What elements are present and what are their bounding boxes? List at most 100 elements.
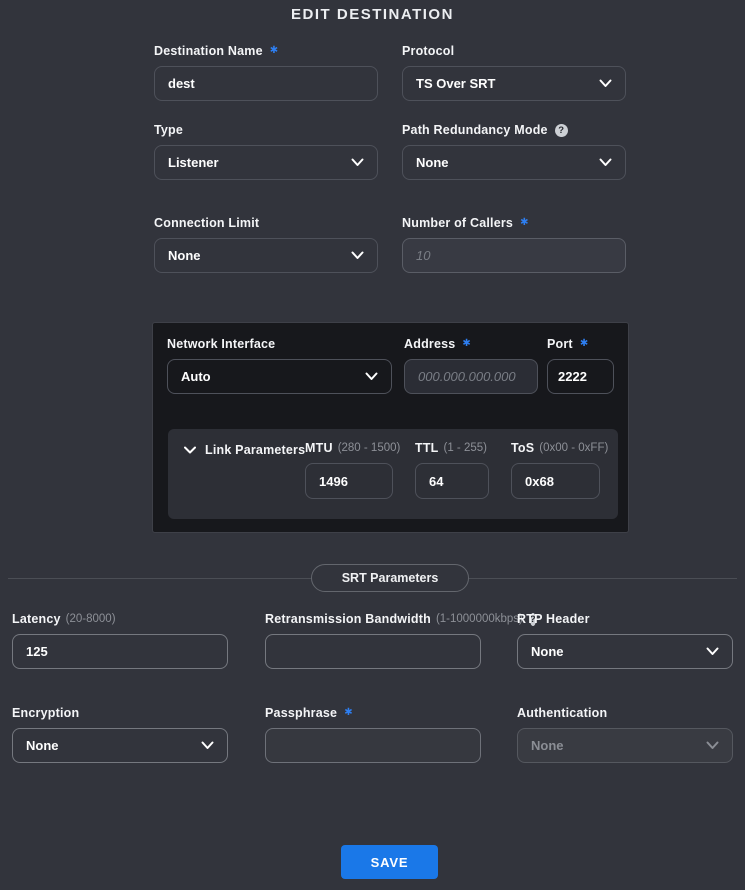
protocol-select[interactable]: TS Over SRT [402, 66, 626, 101]
path-redundancy-mode-field: Path Redundancy Mode ? None [402, 123, 626, 180]
tos-label: ToS [511, 441, 534, 455]
latency-field: Latency (20-8000) [12, 612, 228, 669]
retransmission-bandwidth-label-row: Retransmission Bandwidth (1-1000000kbps)… [265, 612, 481, 626]
passphrase-label: Passphrase [265, 706, 337, 720]
address-label-row: Address ✱ [404, 337, 538, 351]
retransmission-bandwidth-input[interactable] [265, 634, 481, 669]
rtp-header-select[interactable]: None [517, 634, 733, 669]
chevron-down-icon [184, 446, 196, 454]
latency-input[interactable] [12, 634, 228, 669]
network-interface-field: Network Interface Auto [167, 337, 392, 394]
chevron-down-icon [599, 158, 612, 167]
authentication-value: None [531, 738, 564, 753]
save-button[interactable]: SAVE [341, 845, 438, 879]
srt-parameters-badge: SRT Parameters [311, 564, 469, 592]
retransmission-bandwidth-label: Retransmission Bandwidth [265, 612, 431, 626]
authentication-label-row: Authentication [517, 706, 733, 720]
rtp-header-field: RTP Header None [517, 612, 733, 669]
ttl-field: TTL (1 - 255) [415, 441, 489, 499]
ttl-label: TTL [415, 441, 439, 455]
type-label-row: Type [154, 123, 378, 137]
help-icon[interactable]: ? [555, 124, 568, 137]
address-input[interactable] [404, 359, 538, 394]
address-label: Address [404, 337, 455, 351]
authentication-select: None [517, 728, 733, 763]
chevron-down-icon [706, 741, 719, 750]
required-asterisk: ✱ [344, 708, 352, 718]
port-label-row: Port ✱ [547, 337, 614, 351]
protocol-field: Protocol TS Over SRT [402, 44, 626, 101]
destination-name-label-row: Destination Name ✱ [154, 44, 378, 58]
encryption-field: Encryption None [12, 706, 228, 763]
type-field: Type Listener [154, 123, 378, 180]
connection-limit-label-row: Connection Limit [154, 216, 378, 230]
mtu-label: MTU [305, 441, 333, 455]
latency-hint: (20-8000) [66, 613, 116, 625]
path-redundancy-mode-label: Path Redundancy Mode [402, 123, 548, 137]
chevron-down-icon [365, 372, 378, 381]
passphrase-label-row: Passphrase ✱ [265, 706, 481, 720]
ttl-label-row: TTL (1 - 255) [415, 441, 489, 455]
page-title: EDIT DESTINATION [0, 6, 745, 23]
encryption-label-row: Encryption [12, 706, 228, 720]
protocol-label-row: Protocol [402, 44, 626, 58]
network-panel: Network Interface Auto Address ✱ Port ✱ … [152, 322, 629, 533]
link-parameters-toggle[interactable]: Link Parameters [184, 443, 305, 457]
port-input[interactable] [547, 359, 614, 394]
number-of-callers-label-row: Number of Callers ✱ [402, 216, 626, 230]
connection-limit-field: Connection Limit None [154, 216, 378, 273]
connection-limit-value: None [168, 248, 201, 263]
type-select[interactable]: Listener [154, 145, 378, 180]
latency-label-row: Latency (20-8000) [12, 612, 228, 626]
encryption-select[interactable]: None [12, 728, 228, 763]
tos-hint: (0x00 - 0xFF) [539, 442, 608, 454]
path-redundancy-mode-select[interactable]: None [402, 145, 626, 180]
path-redundancy-mode-value: None [416, 155, 449, 170]
destination-name-input[interactable] [154, 66, 378, 101]
network-interface-select[interactable]: Auto [167, 359, 392, 394]
mtu-input[interactable] [305, 463, 393, 499]
encryption-value: None [26, 738, 59, 753]
link-parameters-label: Link Parameters [205, 443, 305, 457]
type-value: Listener [168, 155, 219, 170]
required-asterisk: ✱ [462, 339, 470, 349]
rtp-header-value: None [531, 644, 564, 659]
port-label: Port [547, 337, 573, 351]
mtu-hint: (280 - 1500) [338, 442, 401, 454]
tos-field: ToS (0x00 - 0xFF) [511, 441, 600, 499]
destination-name-field: Destination Name ✱ [154, 44, 378, 101]
number-of-callers-input[interactable] [402, 238, 626, 273]
ttl-input[interactable] [415, 463, 489, 499]
connection-limit-select[interactable]: None [154, 238, 378, 273]
path-redundancy-mode-label-row: Path Redundancy Mode ? [402, 123, 626, 137]
destination-name-label: Destination Name [154, 44, 263, 58]
retransmission-bandwidth-hint: (1-1000000kbps) [436, 613, 523, 625]
passphrase-input[interactable] [265, 728, 481, 763]
protocol-value: TS Over SRT [416, 76, 495, 91]
authentication-field: Authentication None [517, 706, 733, 763]
required-asterisk: ✱ [520, 218, 528, 228]
authentication-label: Authentication [517, 706, 607, 720]
port-field: Port ✱ [547, 337, 614, 394]
tos-input[interactable] [511, 463, 600, 499]
required-asterisk: ✱ [270, 46, 278, 56]
number-of-callers-label: Number of Callers [402, 216, 513, 230]
network-interface-label-row: Network Interface [167, 337, 392, 351]
srt-parameters-label: SRT Parameters [342, 571, 439, 585]
chevron-down-icon [351, 251, 364, 260]
protocol-label: Protocol [402, 44, 454, 58]
network-interface-value: Auto [181, 369, 211, 384]
passphrase-field: Passphrase ✱ [265, 706, 481, 763]
mtu-label-row: MTU (280 - 1500) [305, 441, 393, 455]
connection-limit-label: Connection Limit [154, 216, 259, 230]
ttl-hint: (1 - 255) [444, 442, 487, 454]
chevron-down-icon [599, 79, 612, 88]
link-parameters-panel: Link Parameters MTU (280 - 1500) TTL (1 … [168, 429, 618, 519]
chevron-down-icon [351, 158, 364, 167]
latency-label: Latency [12, 612, 61, 626]
chevron-down-icon [706, 647, 719, 656]
type-label: Type [154, 123, 183, 137]
mtu-field: MTU (280 - 1500) [305, 441, 393, 499]
network-interface-label: Network Interface [167, 337, 275, 351]
rtp-header-label: RTP Header [517, 612, 590, 626]
